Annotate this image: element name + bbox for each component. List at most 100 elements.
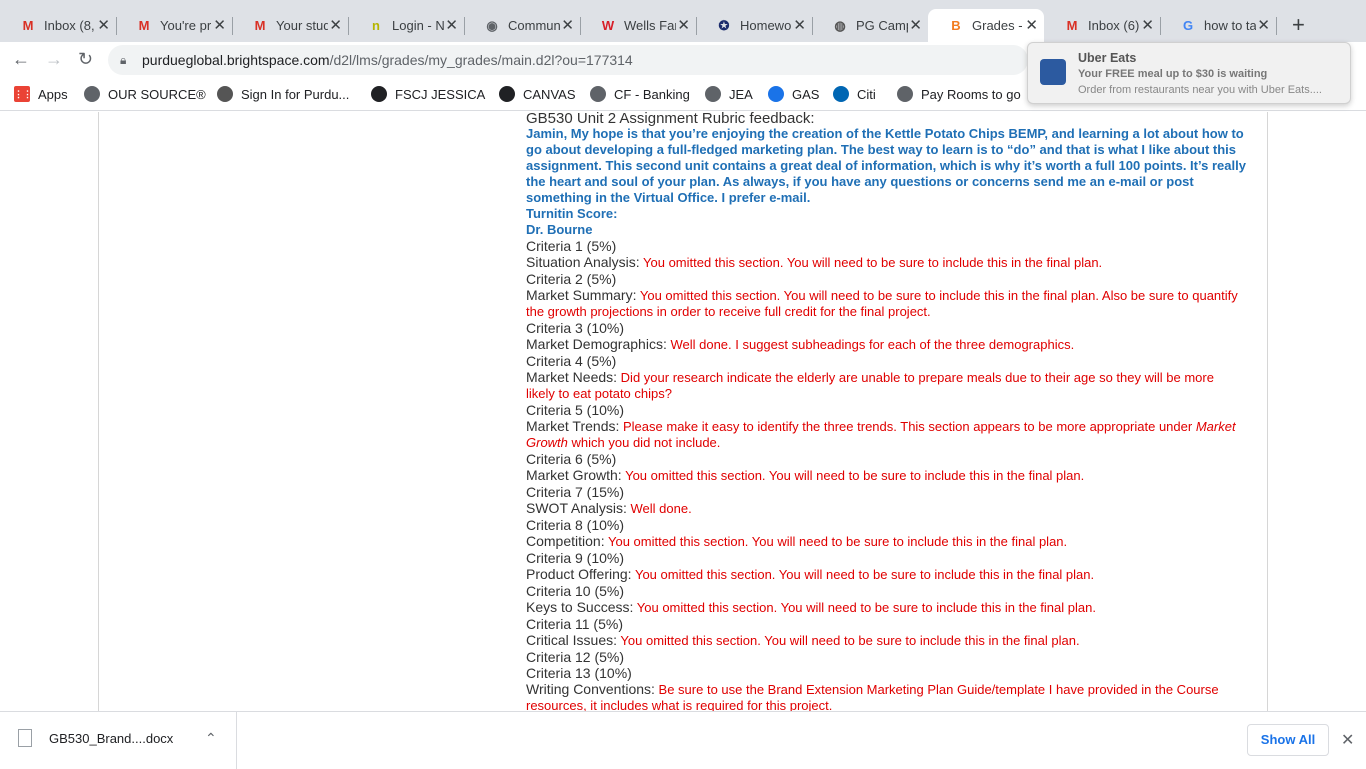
instructor-signature: Dr. Bourne bbox=[526, 222, 593, 237]
tab-separator bbox=[1276, 17, 1277, 35]
close-tab-icon[interactable]: ✕ bbox=[677, 18, 690, 33]
bookmark-label: OUR SOURCE® bbox=[108, 86, 206, 102]
close-tab-icon[interactable]: ✕ bbox=[1025, 18, 1038, 33]
gmail-icon: M bbox=[22, 17, 34, 33]
browser-tab[interactable]: W Wells Far ✕ bbox=[580, 9, 697, 42]
section-name: Situation Analysis: bbox=[526, 254, 640, 270]
criteria-comment-row: Market Summary: You omitted this section… bbox=[526, 287, 1246, 320]
forward-arrow-icon[interactable]: → bbox=[45, 49, 63, 69]
instructor-comment: You omitted this section. You will need … bbox=[634, 567, 1095, 582]
criteria-comment-row: Market Demographics: Well done. I sugges… bbox=[526, 336, 1246, 353]
address-bar[interactable]: 🔒︎ purdueglobal.brightspace.com/d2l/lms/… bbox=[108, 45, 1028, 75]
criteria-label: Criteria 5 (10%) bbox=[526, 402, 625, 418]
globe-icon bbox=[705, 86, 721, 102]
download-shelf: GB530_Brand....docx ⌃ Show All ✕ bbox=[0, 711, 1366, 769]
instructor-comment: Did your research indicate the elderly a… bbox=[526, 370, 1214, 401]
apps-grid-icon: ⋮⋮ bbox=[14, 86, 32, 102]
comment-tail: which you did not include. bbox=[571, 435, 721, 450]
back-arrow-icon[interactable]: ← bbox=[12, 49, 30, 69]
close-tab-icon[interactable]: ✕ bbox=[329, 18, 342, 33]
url-host: purdueglobal.brightspace.com bbox=[142, 52, 330, 68]
criteria-label: Criteria 9 (10%) bbox=[526, 550, 625, 566]
section-name: Market Summary: bbox=[526, 287, 637, 303]
close-tab-icon[interactable]: ✕ bbox=[1141, 18, 1154, 33]
show-all-button[interactable]: Show All bbox=[1247, 724, 1329, 756]
bookmark-label: CF - Banking bbox=[614, 86, 690, 102]
purdue-icon: ◍ bbox=[834, 17, 846, 33]
criteria-label: Criteria 6 (5%) bbox=[526, 451, 617, 467]
wells-fargo-icon: W bbox=[601, 17, 615, 33]
bookmark-label: Pay Rooms to go bbox=[921, 86, 1021, 102]
close-tab-icon[interactable]: ✕ bbox=[445, 18, 458, 33]
feedback-intro: Jamin, My hope is that you’re enjoying t… bbox=[526, 126, 1246, 205]
notification-line1: Your FREE meal up to $30 is waiting bbox=[1078, 68, 1268, 80]
gas-icon bbox=[768, 86, 784, 102]
browser-tab[interactable]: M Your stud ✕ bbox=[232, 9, 349, 42]
tab-strip: M Inbox (8, ✕ M You're pr ✕ M Your stud ✕ n Login … bbox=[0, 0, 1366, 42]
bookmark-item[interactable]: Citi bbox=[833, 86, 876, 102]
bookmark-item[interactable]: JEA bbox=[705, 86, 753, 102]
close-tab-icon[interactable]: ✕ bbox=[1257, 18, 1270, 33]
browser-tab[interactable]: M Inbox (6) ✕ bbox=[1044, 9, 1161, 42]
close-tab-icon[interactable]: ✕ bbox=[561, 18, 574, 33]
browser-tab[interactable]: ◉ Commun ✕ bbox=[464, 9, 581, 42]
criteria-comment-row: Market Growth: You omitted this section.… bbox=[526, 467, 1246, 484]
criteria-label: Criteria 8 (10%) bbox=[526, 517, 625, 533]
canvas-icon bbox=[499, 86, 515, 102]
url-path: /d2l/lms/grades/my_grades/main.d2l?ou=17… bbox=[329, 52, 633, 68]
browser-tab[interactable]: ◍ PG Camp ✕ bbox=[812, 9, 929, 42]
reload-icon[interactable]: ↻ bbox=[78, 49, 93, 69]
section-name: Competition: bbox=[526, 533, 605, 549]
chevron-up-icon[interactable]: ⌃ bbox=[205, 730, 217, 747]
url-text[interactable]: purdueglobal.brightspace.com/d2l/lms/gra… bbox=[142, 45, 633, 75]
download-item[interactable]: GB530_Brand....docx bbox=[18, 729, 173, 747]
bookmark-label: JEA bbox=[729, 86, 753, 102]
uber-eats-notification[interactable]: Uber Eats Your FREE meal up to $30 is wa… bbox=[1027, 42, 1351, 104]
tab-title: Commun bbox=[508, 18, 560, 33]
close-tab-icon[interactable]: ✕ bbox=[213, 18, 226, 33]
browser-tab[interactable]: Ghow to ta ✕ bbox=[1160, 9, 1277, 42]
tab-title: You're pr bbox=[160, 18, 212, 33]
tab-title: Wells Far bbox=[624, 18, 676, 33]
close-tab-icon[interactable]: ✕ bbox=[97, 18, 110, 33]
turnitin-score: Turnitin Score: bbox=[526, 206, 618, 221]
criteria-comment-row: Writing Conventions: Be sure to use the … bbox=[526, 681, 1246, 711]
browser-tab[interactable]: B Grades - ✕ bbox=[928, 9, 1044, 42]
download-filename: GB530_Brand....docx bbox=[49, 730, 174, 746]
instructor-comment: You omitted this section. You will need … bbox=[607, 534, 1068, 549]
bookmark-label: FSCJ JESSICA bbox=[395, 86, 486, 102]
globe-icon bbox=[84, 86, 100, 102]
section-name: Market Demographics: bbox=[526, 336, 667, 352]
globe-icon: ◉ bbox=[486, 17, 498, 33]
bookmark-item[interactable]: CANVAS bbox=[499, 86, 576, 102]
bookmark-label: Sign In for Purdu... bbox=[241, 86, 350, 102]
browser-tab[interactable]: ✪ Homewo ✕ bbox=[696, 9, 813, 42]
bookmark-item[interactable]: OUR SOURCE® bbox=[84, 86, 206, 102]
close-tab-icon[interactable]: ✕ bbox=[793, 18, 806, 33]
browser-tab[interactable]: M Inbox (8, ✕ bbox=[0, 9, 117, 42]
fscj-icon bbox=[371, 86, 387, 102]
browser-tab[interactable]: M You're pr ✕ bbox=[116, 9, 233, 42]
instructor-comment: Well done. bbox=[630, 501, 692, 516]
lock-icon[interactable]: 🔒︎ bbox=[120, 45, 126, 75]
bookmark-item[interactable]: Pay Rooms to go bbox=[897, 86, 1021, 102]
globe-icon bbox=[590, 86, 606, 102]
bookmark-item[interactable]: GAS bbox=[768, 86, 819, 102]
login-icon: n bbox=[372, 17, 380, 33]
bookmark-item[interactable]: Sign In for Purdu... bbox=[217, 86, 349, 102]
bookmark-item[interactable]: CF - Banking bbox=[590, 86, 690, 102]
criteria-label: Criteria 4 (5%) bbox=[526, 353, 617, 369]
bookmark-item[interactable]: FSCJ JESSICA bbox=[371, 86, 485, 102]
tab-title: Grades - bbox=[972, 18, 1023, 33]
close-tab-icon[interactable]: ✕ bbox=[909, 18, 922, 33]
bookmark-item[interactable]: ⋮⋮ Apps bbox=[14, 86, 68, 102]
new-tab-button[interactable]: + bbox=[1292, 14, 1305, 36]
criteria-label: Criteria 7 (15%) bbox=[526, 484, 625, 500]
bookmark-label: Citi bbox=[857, 86, 876, 102]
gmail-icon: M bbox=[254, 17, 266, 33]
close-icon[interactable]: ✕ bbox=[1341, 730, 1354, 750]
brightspace-icon: B bbox=[951, 17, 961, 33]
criteria-comment-row: Critical Issues: You omitted this sectio… bbox=[526, 632, 1246, 649]
browser-tab[interactable]: n Login - N ✕ bbox=[348, 9, 465, 42]
criteria-comment-row: Competition: You omitted this section. Y… bbox=[526, 533, 1246, 550]
